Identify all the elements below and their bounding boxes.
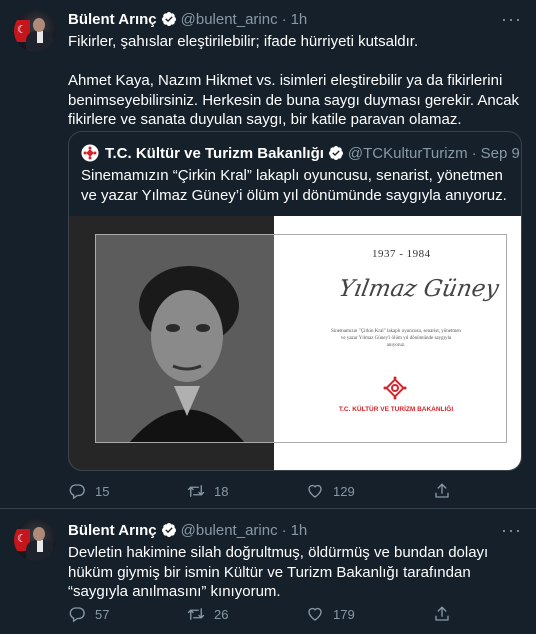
card-blurb: Sinemamızın "Çirkin Kral" lakaplı oyuncu… [331,329,461,348]
share-button[interactable] [433,482,460,500]
avatar[interactable] [14,10,56,52]
tweet-time[interactable]: 1h [291,11,308,28]
ministry-logo-icon [81,144,99,162]
reply-button[interactable]: 57 [68,605,109,623]
more-icon[interactable]: ··· [501,10,522,28]
share-button[interactable] [433,605,460,623]
reply-icon [69,607,85,623]
card-signature: Yılmaz Güney [336,276,501,302]
quoted-tweet-text: Sinemamızın “Çirkin Kral” lakaplı oyuncu… [81,167,507,204]
retweet-count: 26 [214,606,229,622]
quoted-author-handle[interactable]: @TCKulturTurizm [348,145,468,162]
tweet[interactable]: Bülent Arınç @bulent_arinc · 1h ··· Devl… [0,509,536,634]
tweet[interactable]: Bülent Arınç @bulent_arinc · 1h ··· Fiki… [0,0,536,509]
tweet-actions: 57 26 179 [68,605,468,625]
retweet-button[interactable]: 18 [187,482,228,500]
like-icon [308,607,322,621]
tweet-actions: 15 18 129 [68,482,468,502]
verified-badge-icon [161,522,177,538]
tweet-header: Bülent Arınç @bulent_arinc · 1h [68,10,308,28]
tweet-paragraph: Ahmet Kaya, Nazım Hikmet vs. isimleri el… [68,72,520,128]
quoted-tweet-time[interactable]: Sep 9 [481,145,520,162]
reply-button[interactable]: 15 [68,482,109,500]
reply-count: 57 [95,606,110,622]
avatar[interactable] [14,519,56,561]
author-handle[interactable]: @bulent_arinc [181,522,278,539]
card-years: 1937 - 1984 [372,248,431,260]
like-count: 129 [333,483,355,499]
card-org-name: T.C. KÜLTÜR VE TURİZM BAKANLIĞI [338,406,454,413]
tweet-header: Bülent Arınç @bulent_arinc · 1h [68,521,308,539]
tweet-text: Devletin hakimine silah doğrultmuş, öldü… [68,543,520,602]
more-icon[interactable]: ··· [501,521,522,539]
author-handle[interactable]: @bulent_arinc [181,11,278,28]
quoted-tweet-image[interactable]: 1937 - 1984 Yılmaz Güney Sinemamızın "Çi… [69,216,521,470]
quoted-tweet[interactable]: T.C. Kültür ve Turizm Bakanlığı @TCKultu… [68,131,522,471]
like-count: 179 [333,606,355,622]
verified-badge-icon [328,145,344,161]
retweet-icon [187,608,205,620]
ministry-emblem-icon [383,376,407,400]
reply-count: 15 [95,483,110,499]
verified-badge-icon [161,11,177,27]
quoted-author-name[interactable]: T.C. Kültür ve Turizm Bakanlığı [105,145,324,162]
retweet-icon [187,485,205,497]
share-icon [435,606,449,621]
tweet-paragraph: Fikirler, şahıslar eleştirilebilir; ifad… [68,33,419,50]
tweet-text: Fikirler, şahıslar eleştirilebilir; ifad… [68,32,520,130]
author-name[interactable]: Bülent Arınç [68,522,157,539]
quoted-tweet-header: T.C. Kültür ve Turizm Bakanlığı @TCKultu… [81,144,520,162]
author-name[interactable]: Bülent Arınç [68,11,157,28]
share-icon [435,483,449,498]
reply-icon [69,484,85,500]
like-button[interactable]: 129 [306,482,355,500]
tweet-time[interactable]: 1h [291,522,308,539]
like-icon [308,484,322,498]
retweet-button[interactable]: 26 [187,605,228,623]
like-button[interactable]: 179 [306,605,355,623]
retweet-count: 18 [214,483,229,499]
tweet-paragraph: Devletin hakimine silah doğrultmuş, öldü… [68,544,489,600]
